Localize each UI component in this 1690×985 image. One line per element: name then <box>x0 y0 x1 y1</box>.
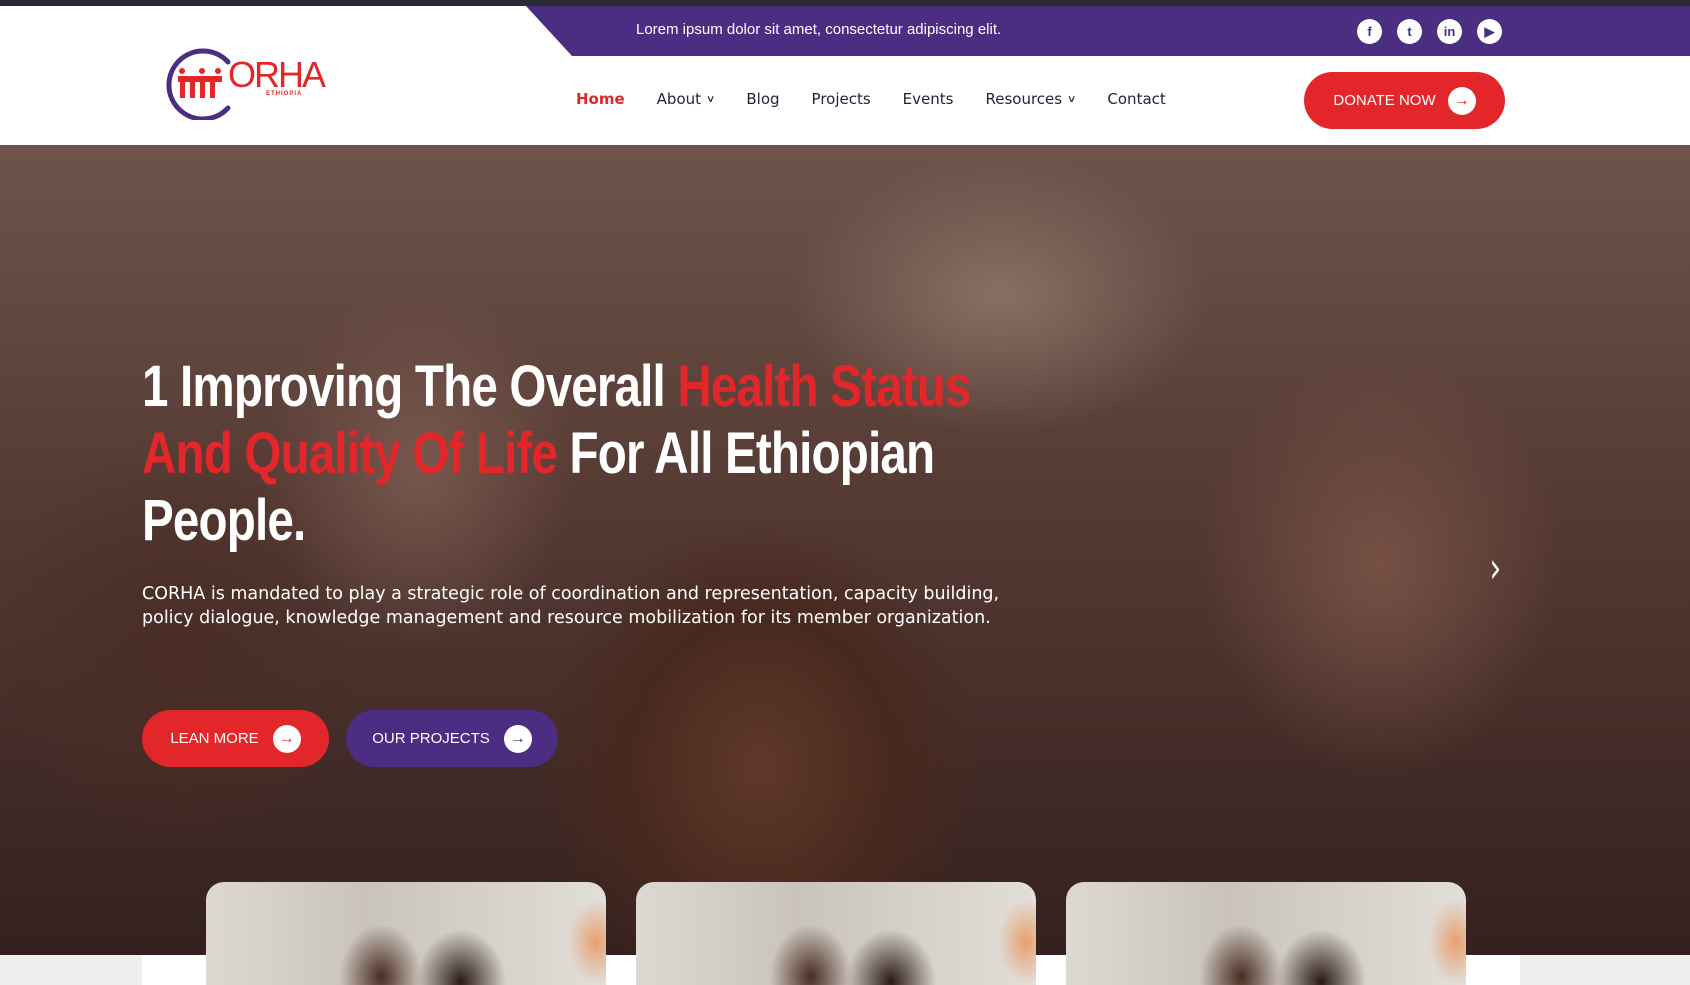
twitter-icon[interactable]: t <box>1397 19 1422 44</box>
youtube-icon[interactable]: ▶ <box>1477 19 1502 44</box>
nav-resources-label: Resources <box>985 90 1063 108</box>
logo[interactable]: ORHA ETHIOPIA <box>156 40 326 122</box>
chevron-down-icon: ∨ <box>705 93 716 105</box>
nav-projects-label: Projects <box>811 90 871 108</box>
learn-more-label: LEAN MORE <box>170 730 259 747</box>
hero-title-part1: 1 Improving The Overall <box>142 354 678 419</box>
donate-button[interactable]: DONATE NOW → <box>1304 72 1505 129</box>
donate-label: DONATE NOW <box>1333 92 1436 109</box>
nav-contact-label: Contact <box>1107 90 1166 108</box>
arrow-right-icon: → <box>1447 86 1476 115</box>
slider-next-icon[interactable]: › <box>1490 543 1502 592</box>
chevron-down-icon: ∨ <box>1066 93 1077 105</box>
nav-contact[interactable]: Contact <box>1107 90 1165 108</box>
facebook-icon[interactable]: f <box>1357 19 1382 44</box>
learn-more-button[interactable]: LEAN MORE → <box>142 710 329 767</box>
hero-description: CORHA is mandated to play a strategic ro… <box>142 584 1000 628</box>
nav-about-label: About <box>656 90 702 108</box>
our-projects-button[interactable]: OUR PROJECTS → <box>346 710 558 767</box>
feature-card-image[interactable] <box>1066 882 1466 985</box>
hero-title: 1 Improving The Overall Health Status An… <box>142 353 1028 554</box>
our-projects-label: OUR PROJECTS <box>372 730 490 747</box>
nav-home[interactable]: Home <box>576 90 625 108</box>
feature-card-image[interactable] <box>206 882 606 985</box>
nav-events-label: Events <box>902 90 954 108</box>
topbar: Lorem ipsum dolor sit amet, consectetur … <box>526 6 1690 56</box>
linkedin-icon[interactable]: in <box>1437 19 1462 44</box>
nav-resources[interactable]: Resources ∨ <box>985 90 1077 108</box>
nav-blog-label: Blog <box>746 90 780 108</box>
topbar-tagline: Lorem ipsum dolor sit amet, consectetur … <box>636 21 1002 38</box>
nav-home-label: Home <box>576 90 625 108</box>
logo-text: ORHA <box>228 54 326 95</box>
hero-slider: 1 Improving The Overall Health Status An… <box>0 145 1690 955</box>
social-links: f t in ▶ <box>1357 19 1502 44</box>
feature-card-image[interactable] <box>636 882 1036 985</box>
nav-events[interactable]: Events <box>903 90 954 108</box>
site-header: ORHA ETHIOPIA Home About ∨ Blog Projects … <box>0 48 1690 145</box>
nav-about[interactable]: About ∨ <box>656 90 716 108</box>
main-nav: Home About ∨ Blog Projects Events Resourc… <box>576 90 1198 108</box>
nav-blog[interactable]: Blog <box>746 90 779 108</box>
nav-projects[interactable]: Projects <box>812 90 871 108</box>
arrow-right-icon: → <box>503 724 532 753</box>
arrow-right-icon: → <box>272 724 301 753</box>
logo-subtext: ETHIOPIA <box>266 91 303 97</box>
top-strip <box>0 0 1690 6</box>
